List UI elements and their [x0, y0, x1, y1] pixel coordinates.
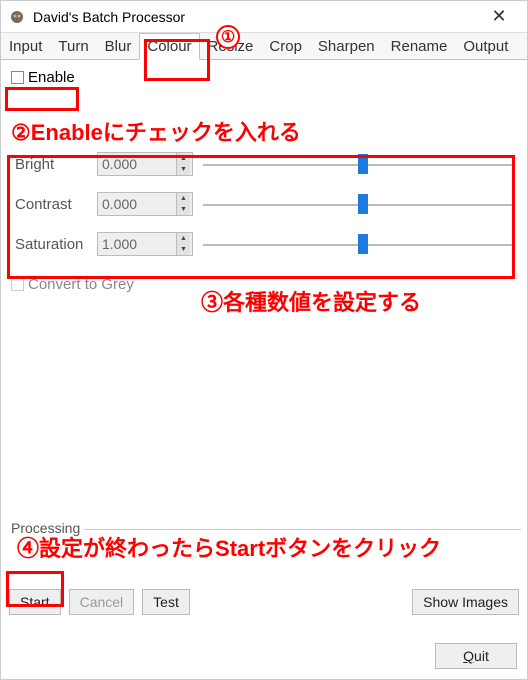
- tab-colour[interactable]: Colour: [139, 33, 199, 60]
- enable-label: Enable: [28, 69, 75, 86]
- convert-row[interactable]: Convert to Grey: [11, 276, 517, 293]
- spin-up-icon[interactable]: ▲: [177, 233, 190, 244]
- spin-down-icon[interactable]: ▼: [177, 204, 190, 215]
- tab-output[interactable]: Output: [455, 33, 516, 59]
- enable-row[interactable]: Enable: [11, 66, 75, 88]
- titlebar: David's Batch Processor ✕: [1, 1, 527, 33]
- tab-bar: Input Turn Blur Colour Resize Crop Sharp…: [1, 33, 527, 60]
- convert-checkbox[interactable]: [11, 278, 24, 291]
- slider-thumb[interactable]: [358, 194, 368, 214]
- saturation-spinbox[interactable]: ▲▼: [97, 232, 193, 256]
- quit-button[interactable]: Quit: [435, 643, 517, 669]
- param-row-contrast: Contrast ▲▼: [15, 184, 513, 224]
- contrast-label: Contrast: [15, 196, 97, 213]
- app-icon: [9, 9, 25, 25]
- tab-resize[interactable]: Resize: [200, 33, 262, 59]
- saturation-label: Saturation: [15, 236, 97, 253]
- close-button[interactable]: ✕: [479, 6, 519, 27]
- contrast-slider[interactable]: [203, 194, 513, 214]
- tab-sharpen[interactable]: Sharpen: [310, 33, 383, 59]
- spin-down-icon[interactable]: ▼: [177, 164, 190, 175]
- cancel-button[interactable]: Cancel: [69, 589, 135, 615]
- show-images-button[interactable]: Show Images: [412, 589, 519, 615]
- quit-row: Quit: [435, 643, 517, 669]
- colour-panel: Enable Bright ▲▼ Contrast ▲▼: [1, 60, 527, 295]
- param-row-saturation: Saturation ▲▼: [15, 224, 513, 264]
- tab-input[interactable]: Input: [1, 33, 50, 59]
- processing-group: Processing Start Cancel Test Show Images: [7, 529, 521, 617]
- tab-turn[interactable]: Turn: [50, 33, 96, 59]
- contrast-input[interactable]: [98, 193, 176, 215]
- param-row-bright: Bright ▲▼: [15, 144, 513, 184]
- slider-thumb[interactable]: [358, 154, 368, 174]
- tab-crop[interactable]: Crop: [261, 33, 310, 59]
- processing-buttons: Start Cancel Test Show Images: [7, 587, 521, 617]
- tab-rename[interactable]: Rename: [383, 33, 456, 59]
- bright-input[interactable]: [98, 153, 176, 175]
- spin-down-icon[interactable]: ▼: [177, 244, 190, 255]
- contrast-spinbox[interactable]: ▲▼: [97, 192, 193, 216]
- tab-blur[interactable]: Blur: [97, 33, 140, 59]
- bright-label: Bright: [15, 156, 97, 173]
- window-title: David's Batch Processor: [33, 9, 479, 25]
- saturation-input[interactable]: [98, 233, 176, 255]
- slider-thumb[interactable]: [358, 234, 368, 254]
- bright-spinbox[interactable]: ▲▼: [97, 152, 193, 176]
- saturation-slider[interactable]: [203, 234, 513, 254]
- spin-up-icon[interactable]: ▲: [177, 153, 190, 164]
- processing-label: Processing: [7, 520, 84, 536]
- test-button[interactable]: Test: [142, 589, 190, 615]
- params-area: Bright ▲▼ Contrast ▲▼ Saturation: [11, 140, 517, 268]
- start-button[interactable]: Start: [9, 589, 61, 615]
- enable-checkbox[interactable]: [11, 71, 24, 84]
- bright-slider[interactable]: [203, 154, 513, 174]
- spin-up-icon[interactable]: ▲: [177, 193, 190, 204]
- convert-label: Convert to Grey: [28, 276, 134, 293]
